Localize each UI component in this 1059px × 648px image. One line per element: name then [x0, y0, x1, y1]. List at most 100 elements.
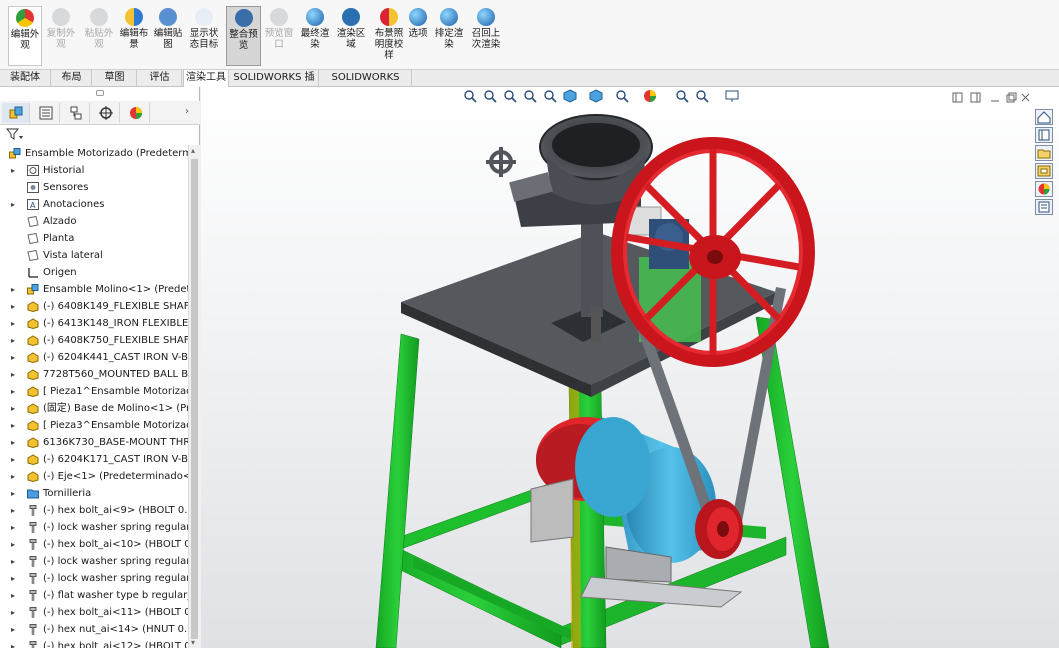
ribbon-button-preview-window[interactable]: 预览窗 口: [262, 6, 296, 66]
assembly-icon: [9, 148, 21, 159]
ribbon-button-label: 显示状 态目标: [189, 28, 219, 50]
small-motor-pulley[interactable]: [695, 499, 743, 559]
expand-arrow-icon[interactable]: ▸: [11, 451, 19, 468]
ribbon-button-target[interactable]: 显示状 态目标: [185, 6, 223, 66]
tree-item[interactable]: ▸ A Anotaciones: [0, 196, 188, 213]
expand-arrow-icon[interactable]: ▸: [11, 536, 19, 553]
tree-item[interactable]: ▸ (-) lock washer spring regular_a: [0, 553, 188, 570]
expand-arrow-icon[interactable]: ▸: [11, 553, 19, 570]
ribbon-button-scene-illumination[interactable]: 布景照 明度校 样: [372, 6, 406, 66]
expand-arrow-icon[interactable]: ▸: [11, 621, 19, 638]
expand-arrow-icon[interactable]: ▸: [11, 485, 19, 502]
paste-appearance-icon: [90, 8, 108, 26]
tree-item[interactable]: ▸ (-) hex bolt_ai<12> (HBOLT 0.3: [0, 638, 188, 648]
ribbon-button-paste-appearance[interactable]: 粘贴外 观: [82, 6, 116, 66]
tree-item[interactable]: ▸ Ensamble Molino<1> (Predeter: [0, 281, 188, 298]
expand-arrow-icon[interactable]: ▸: [11, 162, 19, 179]
property-list-icon: [39, 106, 52, 120]
feature-manager-tab[interactable]: [2, 103, 30, 123]
expand-arrow-icon[interactable]: ▸: [11, 604, 19, 621]
expand-arrow-icon[interactable]: ▸: [11, 417, 19, 434]
graphics-area[interactable]: [201, 87, 1059, 648]
ribbon-button-appearance[interactable]: 编辑外 观: [8, 6, 42, 66]
tab-1[interactable]: 布局: [52, 70, 92, 87]
tree-item[interactable]: ▸ (-) 6204K441_CAST IRON V-BEL: [0, 349, 188, 366]
tab-6[interactable]: SOLIDWORKS MBD: [320, 70, 412, 99]
ribbon-button-options[interactable]: 选项: [405, 6, 431, 66]
expand-arrow-icon[interactable]: ▸: [11, 281, 19, 298]
expand-arrow-icon[interactable]: ▸: [11, 587, 19, 604]
panel-tab-scroll-right[interactable]: ›: [185, 106, 189, 117]
ribbon-button-schedule-render[interactable]: 排定渲 染: [432, 6, 466, 66]
tree-item[interactable]: Origen: [0, 264, 188, 281]
tree-item[interactable]: ▸ (-) hex bolt_ai<11> (HBOLT 0.3: [0, 604, 188, 621]
tree-item[interactable]: ▸ Historial: [0, 162, 188, 179]
configuration-manager-tab[interactable]: [62, 103, 90, 123]
tree-item[interactable]: ▸ (-) lock washer spring regular_a: [0, 519, 188, 536]
tree-item[interactable]: ▸ (-) 6408K149_FLEXIBLE SHAFT C: [0, 298, 188, 315]
filter-icon: [5, 128, 23, 140]
tree-item[interactable]: ▸ (-) hex bolt_ai<9> (HBOLT 0.31: [0, 502, 188, 519]
tree-item[interactable]: ▸ Tornilleria: [0, 485, 188, 502]
expand-arrow-icon[interactable]: ▸: [11, 400, 19, 417]
tree-item[interactable]: ▸ (-) 6413K148_IRON FLEXIBLE SH: [0, 315, 188, 332]
expand-arrow-icon[interactable]: ▸: [11, 366, 19, 383]
tree-item[interactable]: ▸ 6136K730_BASE-MOUNT THRE: [0, 434, 188, 451]
tree-item[interactable]: ▸ (-) 6408K750_FLEXIBLE SHAFT C: [0, 332, 188, 349]
tab-3[interactable]: 评估: [138, 70, 182, 87]
tree-item[interactable]: ▸ [ Pieza3^Ensamble Motorizado: [0, 417, 188, 434]
tab-2[interactable]: 草图: [93, 70, 137, 87]
tree-scrollbar[interactable]: ▴ ▾: [188, 145, 200, 648]
expand-arrow-icon[interactable]: ▸: [11, 638, 19, 648]
expand-arrow-icon[interactable]: ▸: [11, 502, 19, 519]
grinder-hand-crank[interactable]: [486, 147, 516, 177]
scroll-up-arrow[interactable]: ▴: [191, 146, 195, 155]
expand-arrow-icon[interactable]: ▸: [11, 519, 19, 536]
expand-arrow-icon[interactable]: ▸: [11, 434, 19, 451]
tree-item[interactable]: ▸ (-) lock washer spring regular_a: [0, 570, 188, 587]
tree-item[interactable]: Alzado: [0, 213, 188, 230]
ribbon-button-scene[interactable]: 编辑布 景: [117, 6, 151, 66]
expand-arrow-icon[interactable]: ▸: [11, 383, 19, 400]
tree-item[interactable]: ▸ (-) flat washer type b regular_ai: [0, 587, 188, 604]
tree-item[interactable]: ▸ [ Pieza1^Ensamble Motorizado: [0, 383, 188, 400]
tree-item[interactable]: ▸ (-) hex bolt_ai<10> (HBOLT 0.3: [0, 536, 188, 553]
tree-item[interactable]: ▸ (-) Eje<1> (Predeterminado<<: [0, 468, 188, 485]
tree-item[interactable]: ▸ (固定) Base de Molino<1> (Pre: [0, 400, 188, 417]
expand-arrow-icon[interactable]: ▸: [11, 315, 19, 332]
tree-item[interactable]: Sensores: [0, 179, 188, 196]
motorized-mill-model[interactable]: [201, 87, 1059, 648]
tree-item[interactable]: ▸ 7728T560_MOUNTED BALL BRN: [0, 366, 188, 383]
dimxpert-manager-tab[interactable]: [92, 103, 120, 123]
expand-arrow-icon[interactable]: ▸: [11, 570, 19, 587]
ribbon-button-copy-appearance[interactable]: 复制外 观: [44, 6, 78, 66]
tree-item-label: (-) hex bolt_ai<11> (HBOLT 0.3: [43, 607, 188, 618]
display-manager-tab[interactable]: [122, 103, 150, 123]
scrollbar-thumb[interactable]: [191, 159, 198, 639]
panel-collapse-handle[interactable]: [96, 90, 104, 96]
expand-arrow-icon[interactable]: ▸: [11, 332, 19, 349]
tree-root-assembly[interactable]: Ensamble Motorizado (Predetermi: [0, 145, 188, 162]
bolt-icon: [27, 590, 39, 601]
ribbon-button-render-region[interactable]: 渲染区 域: [334, 6, 368, 66]
property-manager-tab[interactable]: [32, 103, 60, 123]
tree-item[interactable]: Planta: [0, 230, 188, 247]
ribbon-button-label: 编辑布 景: [119, 28, 149, 50]
expand-arrow-icon[interactable]: ▸: [11, 298, 19, 315]
tab-5[interactable]: SOLIDWORKS 插件: [230, 70, 319, 99]
tree-item[interactable]: ▸ (-) hex nut_ai<14> (HNUT 0.375: [0, 621, 188, 638]
tree-item[interactable]: ▸ (-) 6204K171_CAST IRON V-BEL: [0, 451, 188, 468]
ribbon-button-decal[interactable]: 编辑贴 图: [151, 6, 185, 66]
tab-0[interactable]: 装配体: [0, 70, 51, 87]
part-icon: [27, 301, 39, 313]
expand-arrow-icon[interactable]: ▸: [11, 349, 19, 366]
ribbon-button-recall-render[interactable]: 召回上 次渲染: [468, 6, 504, 66]
tab-4[interactable]: 渲染工具: [183, 70, 229, 87]
tree-item[interactable]: Vista lateral: [0, 247, 188, 264]
ribbon-button-integrated-preview[interactable]: 整合预 览: [226, 6, 261, 66]
expand-arrow-icon[interactable]: ▸: [11, 196, 19, 213]
ribbon-button-final-render[interactable]: 最终渲 染: [298, 6, 332, 66]
scroll-down-arrow[interactable]: ▾: [191, 638, 195, 647]
tree-filter[interactable]: [5, 127, 24, 143]
expand-arrow-icon[interactable]: ▸: [11, 468, 19, 485]
